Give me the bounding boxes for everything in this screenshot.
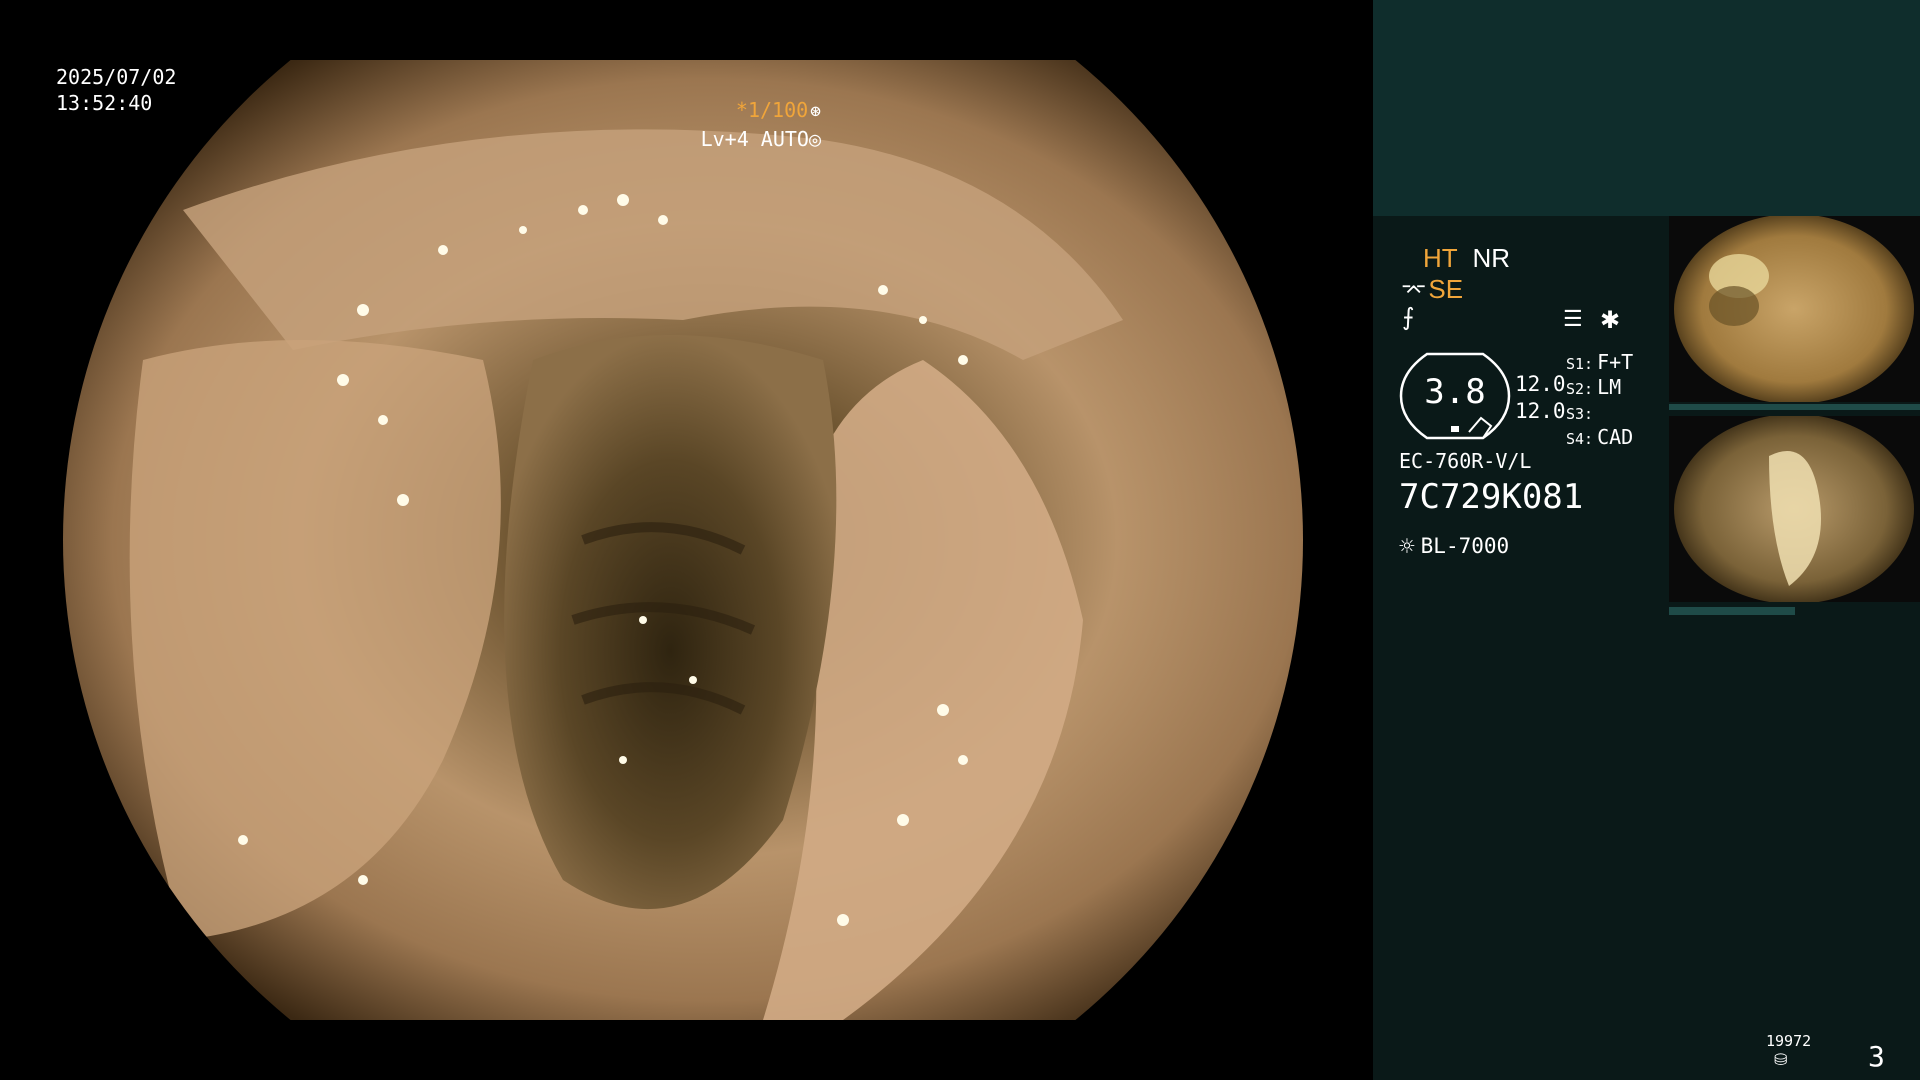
endoscope-view: 2025/07/02 13:52:40 *1/100 ⊛ Lv+4 AUTO◎ <box>0 0 1373 1080</box>
switch-s2: S2: LM <box>1566 375 1621 399</box>
switch-value: LM <box>1597 375 1622 399</box>
se-status: ⌤SE <box>1401 274 1463 305</box>
lamp-icon: ☼ <box>1399 532 1415 562</box>
se-icon: ⌤ <box>1401 278 1427 303</box>
switch-key: S1: <box>1566 355 1594 373</box>
shutter-readout: *1/100 ⊛ <box>736 98 821 122</box>
switch-s4: S4: CAD <box>1566 425 1633 449</box>
thumbnail-1[interactable] <box>1669 216 1920 402</box>
date-label: 2025/07/02 <box>56 65 177 89</box>
switch-s1: S1: F+T <box>1566 350 1633 374</box>
side-panel-header <box>1373 0 1920 216</box>
ht-nr-status: HT NR <box>1423 243 1510 274</box>
ht-label: HT <box>1423 243 1458 273</box>
date-time-overlay: 2025/07/02 13:52:40 <box>56 64 176 116</box>
freeze-icon: ⨍ <box>1402 304 1415 331</box>
iris-readout: Lv+4 AUTO◎ <box>701 127 821 151</box>
nr-label: NR <box>1472 243 1510 273</box>
endoscopic-image <box>63 60 1303 1020</box>
scope-serial: 7C729K081 <box>1399 477 1584 517</box>
iris-icon: ◎ <box>808 127 821 151</box>
list-icon: ☰ <box>1563 306 1583 331</box>
asterisk-icon: ✱ <box>1600 307 1621 334</box>
light-source: ☼ BL-7000 <box>1399 532 1509 562</box>
iris-label: Lv+4 AUTO <box>700 127 809 151</box>
aperture-icon: ⊛ <box>810 101 821 122</box>
switch-value: CAD <box>1597 425 1634 449</box>
switch-s3: S3: <box>1566 400 1597 424</box>
switch-key: S3: <box>1566 405 1594 423</box>
gauge-sub-value-2: 12.0 <box>1515 399 1566 423</box>
image-counter: 19972 <box>1766 1032 1812 1050</box>
page-number: 3 <box>1868 1040 1885 1073</box>
scope-model: EC-760R-V/L <box>1399 449 1532 473</box>
switch-value: F+T <box>1597 350 1634 374</box>
thumbnail-2[interactable] <box>1669 416 1920 602</box>
light-source-label: BL-7000 <box>1420 534 1510 558</box>
thumbnail-divider <box>1669 404 1920 410</box>
gauge-value: 3.8 <box>1424 372 1486 412</box>
se-label: SE <box>1428 274 1464 304</box>
disk-icon: ⛁ <box>1774 1050 1788 1069</box>
switch-key: S2: <box>1566 380 1594 398</box>
time-label: 13:52:40 <box>56 91 153 115</box>
shutter-label: *1/100 <box>735 98 809 122</box>
thumbnail-indicator <box>1669 607 1795 615</box>
gauge-sub-value-1: 12.0 <box>1515 372 1566 396</box>
switch-key: S4: <box>1566 430 1594 448</box>
